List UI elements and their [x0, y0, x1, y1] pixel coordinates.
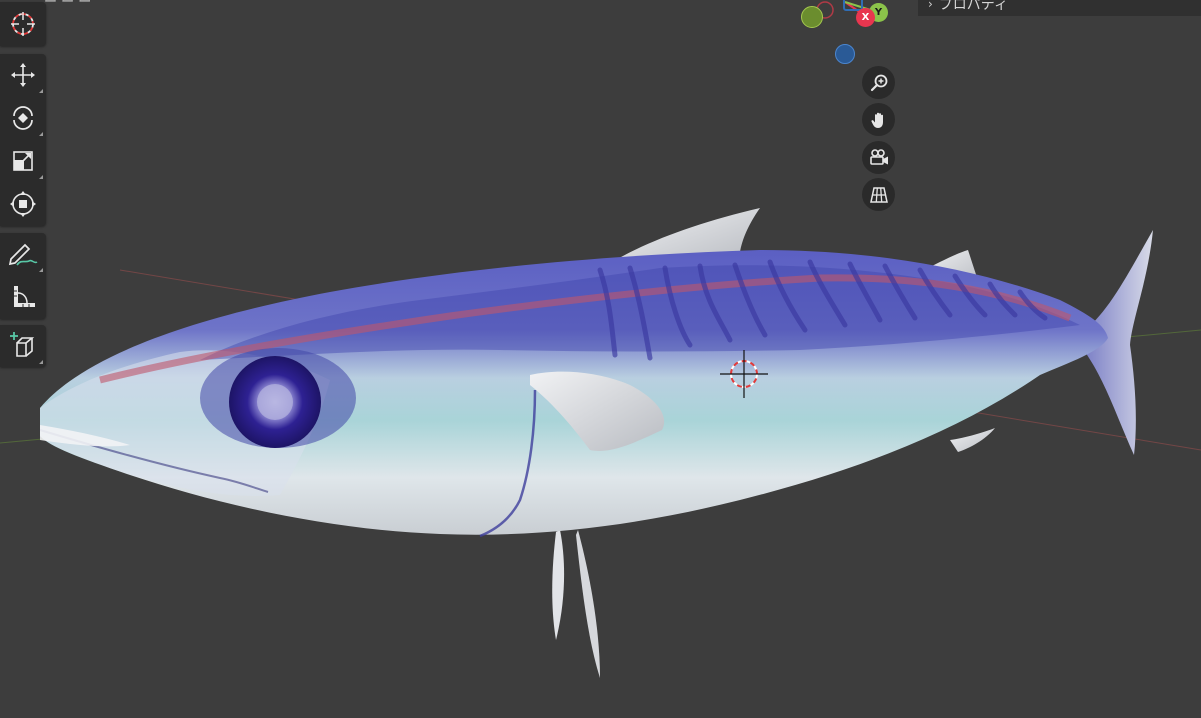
- add-cube-icon: [10, 332, 35, 357]
- measure-tool[interactable]: [0, 276, 46, 318]
- tool-group-add: [0, 325, 46, 367]
- navigation-gizmo[interactable]: Y X: [795, 0, 895, 70]
- tool-group-transform: [0, 54, 46, 226]
- eye-pupil: [257, 384, 293, 420]
- annotate-tool[interactable]: [0, 233, 46, 275]
- add-cube-tool[interactable]: [0, 325, 46, 367]
- transform-icon: [10, 191, 36, 217]
- more-tools-indicator: [39, 89, 43, 93]
- properties-panel-header[interactable]: › プロパティ: [918, 0, 1201, 16]
- camera-button[interactable]: [862, 141, 895, 174]
- scale-icon: [13, 151, 33, 171]
- cursor-icon: [11, 12, 35, 36]
- transform-tool[interactable]: [0, 183, 46, 225]
- annotate-icon: [8, 243, 38, 266]
- tool-group-annotate: [0, 233, 46, 319]
- move-tool[interactable]: [0, 54, 46, 96]
- z-axis-negative-handle[interactable]: [835, 44, 855, 64]
- 3d-viewport[interactable]: ー ー ー › プロパティ Y X: [0, 0, 1201, 718]
- chevron-right-icon[interactable]: ›: [928, 0, 933, 11]
- scene-canvas[interactable]: [0, 0, 1201, 718]
- zoom-button[interactable]: [862, 66, 895, 99]
- more-tools-indicator: [39, 360, 43, 364]
- pelvic-fin-left: [552, 530, 565, 640]
- zoom-icon: [870, 74, 887, 91]
- camera-icon: [869, 148, 888, 165]
- anal-fin: [950, 428, 995, 452]
- scale-tool[interactable]: [0, 140, 46, 182]
- grid-icon: [869, 186, 888, 203]
- cursor-tool[interactable]: [0, 3, 46, 45]
- rotate-icon: [13, 106, 33, 130]
- pelvic-fin-right: [576, 530, 600, 678]
- move-icon: [11, 63, 35, 87]
- header-menu-text: ー ー ー: [44, 0, 92, 10]
- hand-icon: [870, 112, 883, 128]
- rotate-tool[interactable]: [0, 97, 46, 139]
- ortho-toggle-button[interactable]: [862, 178, 895, 211]
- more-tools-indicator: [39, 268, 43, 272]
- more-tools-indicator: [39, 175, 43, 179]
- properties-label: プロパティ: [938, 0, 1008, 13]
- tool-group-cursor: [0, 2, 46, 46]
- y-axis-negative-handle[interactable]: [801, 6, 823, 28]
- measure-icon: [14, 286, 35, 307]
- pan-button[interactable]: [862, 103, 895, 136]
- more-tools-indicator: [39, 132, 43, 136]
- x-axis-handle[interactable]: X: [856, 8, 875, 27]
